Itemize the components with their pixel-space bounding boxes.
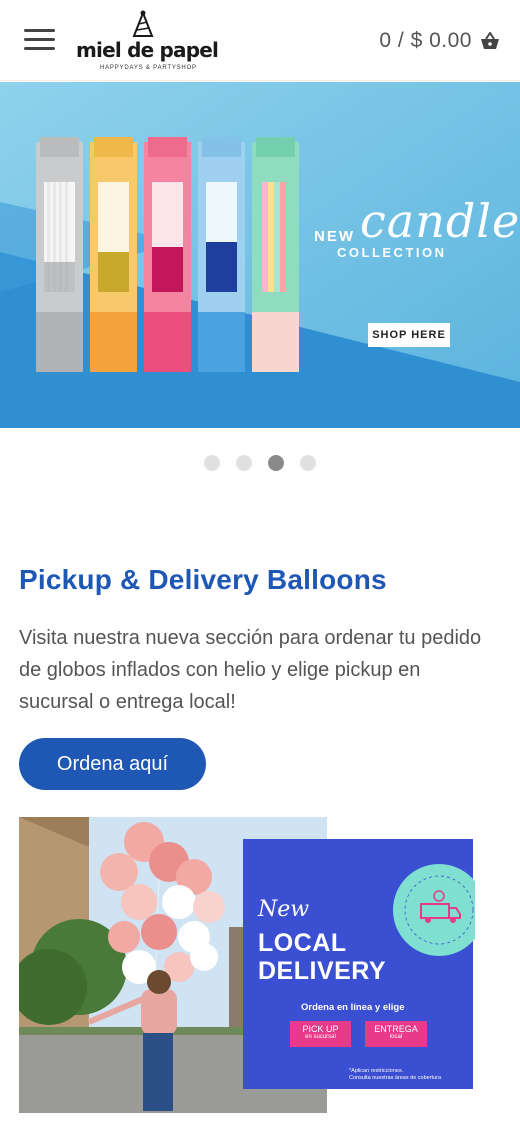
local-delivery-promo[interactable]: New LOCAL DELIVERY Ordena en línea y eli… — [19, 817, 475, 1115]
carousel-dot-2[interactable] — [236, 455, 252, 471]
candle-box-mint — [252, 137, 299, 372]
section-description: Visita nuestra nueva sección para ordena… — [19, 627, 482, 713]
shop-here-button[interactable]: SHOP HERE — [368, 323, 450, 347]
hero-banner[interactable]: NEW candle COLLECTION SHOP HERE — [0, 82, 520, 428]
local-delivery-badge — [393, 864, 475, 956]
basket-icon — [481, 32, 499, 49]
party-hat-icon — [132, 10, 154, 37]
promo-pickup-label: PICK UP — [302, 1024, 339, 1034]
carousel-dot-1[interactable] — [204, 455, 220, 471]
promo-headline: LOCAL DELIVERY — [258, 929, 386, 985]
brand-logo[interactable]: miel de papel HAPPYDAYS & PARTYSHOP — [76, 8, 219, 74]
local-delivery-card: New LOCAL DELIVERY Ordena en línea y eli… — [243, 839, 475, 1089]
brand-name: miel de papel — [76, 38, 219, 62]
hero-candle-label: candle — [360, 194, 520, 248]
promo-headline-line-2: DELIVERY — [258, 957, 387, 985]
promo-entrega-sub: local — [389, 1034, 403, 1040]
carousel-dot-3[interactable] — [268, 455, 284, 471]
ordena-aqui-button[interactable]: Ordena aquí — [19, 738, 206, 790]
promo-fine-print-1: *Aplican restricciones. — [349, 1068, 404, 1074]
promo-pickup-sub: en sucursal — [305, 1034, 336, 1040]
hamburger-icon[interactable] — [24, 29, 55, 51]
candle-box-pink — [144, 137, 191, 372]
hero-collection-label: COLLECTION — [337, 245, 447, 260]
promo-order-text: Ordena en línea y elige — [301, 1002, 405, 1013]
van-icon — [404, 875, 474, 945]
candle-box-yellow — [90, 137, 137, 372]
site-header: miel de papel HAPPYDAYS & PARTYSHOP 0 / … — [0, 0, 520, 81]
candle-box-blue — [198, 137, 245, 372]
promo-fine-print: *Aplican restricciones. Consulta nuestra… — [349, 1068, 441, 1082]
carousel-dots — [0, 455, 520, 471]
promo-entrega-button: ENTREGA local — [365, 1021, 427, 1047]
promo-pickup-button: PICK UP en sucursal — [290, 1021, 351, 1047]
hero-new-label: NEW — [314, 228, 355, 245]
cart-summary: 0 / $ 0.00 — [379, 29, 472, 52]
promo-headline-line-1: LOCAL — [258, 929, 347, 957]
cart-button[interactable]: 0 / $ 0.00 — [379, 28, 500, 54]
section-title: Pickup & Delivery Balloons — [19, 564, 387, 595]
candle-box-gray — [36, 137, 83, 372]
brand-tagline: HAPPYDAYS & PARTYSHOP — [100, 65, 197, 71]
promo-new-label: New — [258, 897, 310, 922]
promo-entrega-label: ENTREGA — [374, 1024, 418, 1034]
carousel-dot-4[interactable] — [300, 455, 316, 471]
promo-fine-print-2: Consulta nuestras áreas de cobertura — [349, 1075, 442, 1081]
